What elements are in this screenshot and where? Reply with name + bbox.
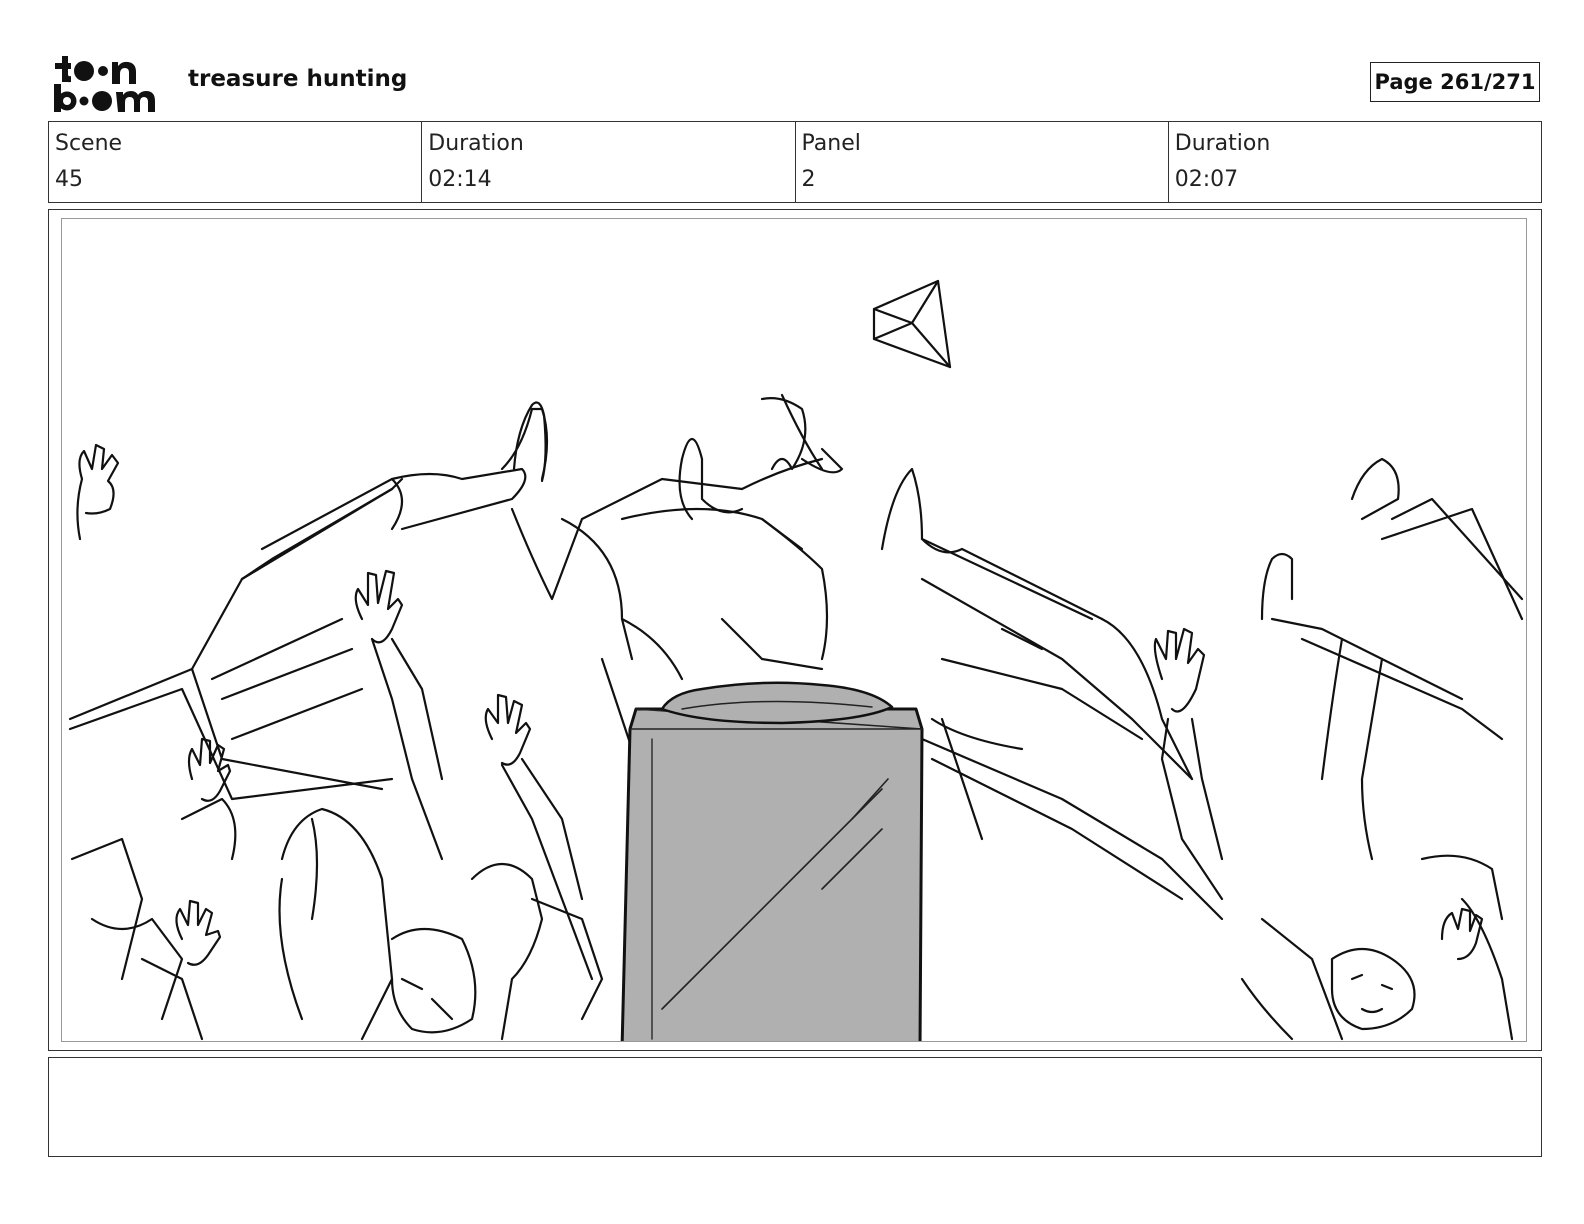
toon-boom-logo [52, 54, 164, 112]
scene-cell: Scene 45 [49, 122, 423, 202]
panel-duration-label: Duration [1174, 131, 1271, 156]
scene-duration-value: 02:14 [428, 167, 492, 192]
storyboard-sketch [61, 218, 1527, 1042]
panel-cell: Panel 2 [796, 122, 1169, 202]
panel-frame [48, 209, 1542, 1051]
gem-sketch [872, 279, 952, 369]
panel-duration-cell: Duration 02:07 [1169, 122, 1541, 202]
scene-duration-cell: Duration 02:14 [422, 122, 796, 202]
scene-value: 45 [55, 167, 83, 192]
panel-label: Panel [801, 131, 861, 156]
pedestal [620, 681, 924, 1041]
panel-value: 2 [801, 167, 816, 192]
scene-label: Scene [55, 131, 123, 156]
panel-duration-value: 02:07 [1174, 167, 1239, 192]
project-title: treasure hunting [188, 66, 408, 92]
scene-duration-label: Duration [428, 131, 524, 156]
scene-info-table: Scene 45 Duration 02:14 Panel 2 Duration… [48, 121, 1542, 203]
panel-notes [48, 1057, 1542, 1157]
page-indicator: Page 261/271 [1370, 62, 1540, 102]
